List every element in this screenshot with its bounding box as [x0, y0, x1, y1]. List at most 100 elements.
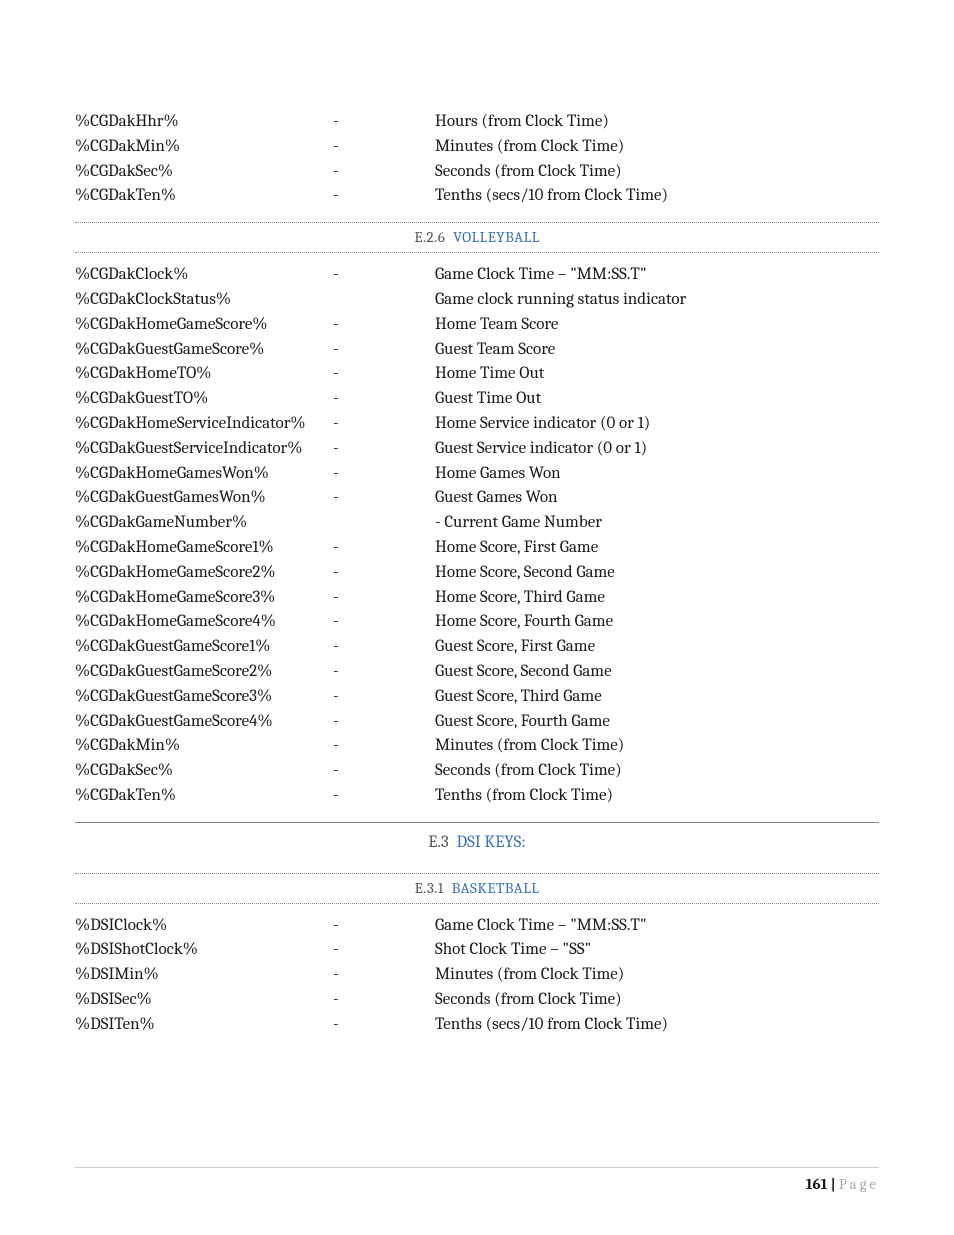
key-token: %CGDakHomeGameScore1%: [75, 536, 333, 560]
key-description: Home Score, Second Game: [435, 561, 879, 585]
key-description: Home Score, Third Game: [435, 586, 879, 610]
key-token: %CGDakGuestGameScore4%: [75, 710, 333, 734]
key-description: Home Service indicator (0 or 1): [435, 412, 879, 436]
key-token: %CGDakHomeGamesWon%: [75, 462, 333, 486]
key-description: Seconds (from Clock Time): [435, 759, 879, 783]
key-description: Game Clock Time – "MM:SS.T": [435, 263, 879, 287]
dash: -: [333, 362, 435, 386]
definition-row: %DSIShotClock%-Shot Clock Time – "SS": [75, 938, 879, 962]
definition-row: %CGDakGuestGameScore2%-Guest Score, Seco…: [75, 660, 879, 684]
dash: -: [333, 784, 435, 808]
subheader-volleyball: E.2.6 VOLLEYBALL: [75, 222, 879, 253]
key-description: Minutes (from Clock Time): [435, 963, 879, 987]
dash: [333, 288, 435, 312]
basketball-section: %DSIClock%-Game Clock Time – "MM:SS.T"%D…: [75, 914, 879, 1037]
top-section: %CGDakHhr%-Hours (from Clock Time)%CGDak…: [75, 110, 879, 208]
definition-row: %CGDakTen%-Tenths (from Clock Time): [75, 784, 879, 808]
volleyball-section: %CGDakClock%-Game Clock Time – "MM:SS.T"…: [75, 263, 879, 808]
dash: -: [333, 1013, 435, 1037]
major-num: E.3: [428, 833, 449, 852]
key-description: Minutes (from Clock Time): [435, 135, 879, 159]
major-title: DSI KEYS:: [457, 833, 526, 852]
key-token: %CGDakHhr%: [75, 110, 333, 134]
definition-row: %DSISec%-Seconds (from Clock Time): [75, 988, 879, 1012]
dash: -: [333, 586, 435, 610]
key-token: %CGDakHomeGameScore4%: [75, 610, 333, 634]
key-description: Guest Service indicator (0 or 1): [435, 437, 879, 461]
key-description: Home Score, Fourth Game: [435, 610, 879, 634]
definition-row: %CGDakHomeTO%-Home Time Out: [75, 362, 879, 386]
dash: -: [333, 710, 435, 734]
key-token: %CGDakGameNumber%: [75, 511, 333, 535]
definition-row: %CGDakGuestTO%-Guest Time Out: [75, 387, 879, 411]
key-token: %CGDakHomeGameScore2%: [75, 561, 333, 585]
definition-row: %DSIClock%-Game Clock Time – "MM:SS.T": [75, 914, 879, 938]
key-description: Seconds (from Clock Time): [435, 988, 879, 1012]
definition-row: %CGDakGuestGameScore1%-Guest Score, Firs…: [75, 635, 879, 659]
page-label: Page: [839, 1175, 879, 1193]
key-description: Game Clock Time – "MM:SS.T": [435, 914, 879, 938]
key-token: %CGDakMin%: [75, 135, 333, 159]
subheader-basketball: E.3.1 BASKETBALL: [75, 873, 879, 904]
key-description: Guest Score, Fourth Game: [435, 710, 879, 734]
dash: -: [333, 387, 435, 411]
key-token: %DSIMin%: [75, 963, 333, 987]
key-token: %DSITen%: [75, 1013, 333, 1037]
definition-row: %CGDakSec%-Seconds (from Clock Time): [75, 759, 879, 783]
definition-row: %CGDakHomeGameScore3%-Home Score, Third …: [75, 586, 879, 610]
key-token: %CGDakGuestGameScore3%: [75, 685, 333, 709]
page-footer: 161 | Page: [75, 1167, 879, 1195]
key-token: %CGDakHomeGameScore3%: [75, 586, 333, 610]
definition-row: %CGDakHomeServiceIndicator%-Home Service…: [75, 412, 879, 436]
definition-row: %CGDakHhr%-Hours (from Clock Time): [75, 110, 879, 134]
key-description: Minutes (from Clock Time): [435, 734, 879, 758]
key-description: Tenths (from Clock Time): [435, 784, 879, 808]
definition-row: %CGDakHomeGamesWon%-Home Games Won: [75, 462, 879, 486]
dash: -: [333, 734, 435, 758]
dash: -: [333, 635, 435, 659]
key-token: %CGDakGuestGameScore2%: [75, 660, 333, 684]
definition-row: %CGDakHomeGameScore2%-Home Score, Second…: [75, 561, 879, 585]
key-description: Guest Score, Third Game: [435, 685, 879, 709]
definition-row: %CGDakTen%-Tenths (secs/10 from Clock Ti…: [75, 184, 879, 208]
definition-row: %CGDakMin%-Minutes (from Clock Time): [75, 135, 879, 159]
key-token: %CGDakSec%: [75, 160, 333, 184]
key-description: Home Score, First Game: [435, 536, 879, 560]
key-token: %CGDakHomeGameScore%: [75, 313, 333, 337]
key-token: %DSISec%: [75, 988, 333, 1012]
dash: -: [333, 561, 435, 585]
dash: -: [333, 338, 435, 362]
key-description: Guest Score, Second Game: [435, 660, 879, 684]
key-description: Guest Score, First Game: [435, 635, 879, 659]
dash: -: [333, 184, 435, 208]
dash: -: [333, 963, 435, 987]
dash: -: [333, 135, 435, 159]
definition-row: %CGDakGuestGamesWon%-Guest Games Won: [75, 486, 879, 510]
definition-row: %CGDakClock%-Game Clock Time – "MM:SS.T": [75, 263, 879, 287]
key-token: %CGDakTen%: [75, 784, 333, 808]
subheader-title: VOLLEYBALL: [453, 228, 540, 246]
dash: [333, 511, 435, 535]
definition-row: %CGDakClockStatus%Game clock running sta…: [75, 288, 879, 312]
subheader-title: BASKETBALL: [452, 879, 540, 897]
key-token: %CGDakMin%: [75, 734, 333, 758]
key-description: Home Team Score: [435, 313, 879, 337]
key-token: %CGDakClock%: [75, 263, 333, 287]
definition-row: %CGDakMin%-Minutes (from Clock Time): [75, 734, 879, 758]
key-description: Guest Games Won: [435, 486, 879, 510]
definition-row: %DSITen%-Tenths (secs/10 from Clock Time…: [75, 1013, 879, 1037]
dash: -: [333, 263, 435, 287]
key-token: %CGDakGuestGamesWon%: [75, 486, 333, 510]
key-token: %CGDakGuestServiceIndicator%: [75, 437, 333, 461]
definition-row: %CGDakGuestGameScore%-Guest Team Score: [75, 338, 879, 362]
key-description: Tenths (secs/10 from Clock Time): [435, 1013, 879, 1037]
definition-row: %CGDakGuestGameScore3%-Guest Score, Thir…: [75, 685, 879, 709]
definition-row: %CGDakHomeGameScore4%-Home Score, Fourth…: [75, 610, 879, 634]
definition-row: %CGDakHomeGameScore1%-Home Score, First …: [75, 536, 879, 560]
key-description: Home Time Out: [435, 362, 879, 386]
dash: -: [333, 160, 435, 184]
dash: -: [333, 660, 435, 684]
dash: -: [333, 610, 435, 634]
key-description: Seconds (from Clock Time): [435, 160, 879, 184]
key-token: %CGDakTen%: [75, 184, 333, 208]
